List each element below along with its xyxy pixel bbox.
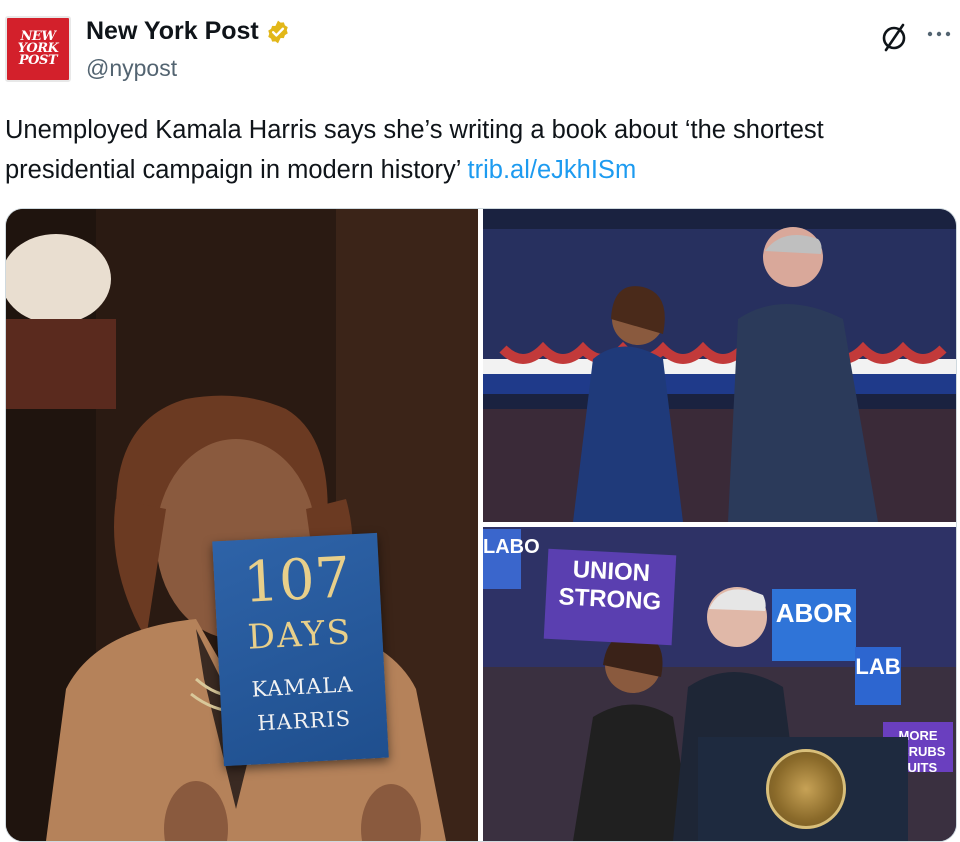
slashed-circle-icon[interactable]	[877, 20, 911, 54]
photo-2-illustration	[483, 209, 956, 522]
tweet-text: Unemployed Kamala Harris says she’s writ…	[5, 110, 955, 190]
tweet-header: NEW YORK POST New York Post @nypost	[0, 0, 960, 90]
avatar[interactable]: NEW YORK POST	[5, 16, 71, 82]
tweet-link[interactable]: trib.al/eJkhISm	[468, 156, 637, 184]
photo-harris-with-book[interactable]: 107 DAYS KAMALA HARRIS	[6, 209, 478, 841]
presidential-seal	[766, 749, 846, 829]
name-line: New York Post	[86, 17, 291, 46]
account-name[interactable]: New York Post	[86, 17, 259, 46]
photo-rally-stage[interactable]	[483, 209, 956, 522]
book-word: DAYS	[246, 612, 353, 658]
presidential-podium	[698, 737, 908, 841]
book-author-first: KAMALA	[250, 672, 354, 702]
account-handle[interactable]: @nypost	[86, 55, 177, 82]
avatar-line-3: POST	[18, 53, 58, 68]
sign-labor-left: LABO	[483, 529, 540, 589]
tweet-body: Unemployed Kamala Harris says she’s writ…	[5, 116, 824, 184]
ellipsis-icon[interactable]	[920, 22, 958, 46]
book-number: 107	[241, 545, 352, 616]
book-author-last: HARRIS	[256, 706, 352, 736]
sign-union-strong: UNION STRONG	[543, 548, 677, 646]
photo-harris-biden-union[interactable]: LABO UNION STRONG ABOR LAB MORE SCRUBS S…	[483, 527, 956, 841]
sign-labor-right: LAB	[855, 647, 901, 705]
book-cover: 107 DAYS KAMALA HARRIS	[212, 532, 389, 767]
media-grid: 107 DAYS KAMALA HARRIS LABO UNION STRONG…	[5, 208, 957, 842]
verified-badge-icon[interactable]	[265, 19, 291, 45]
sign-labor: ABOR	[772, 589, 856, 661]
